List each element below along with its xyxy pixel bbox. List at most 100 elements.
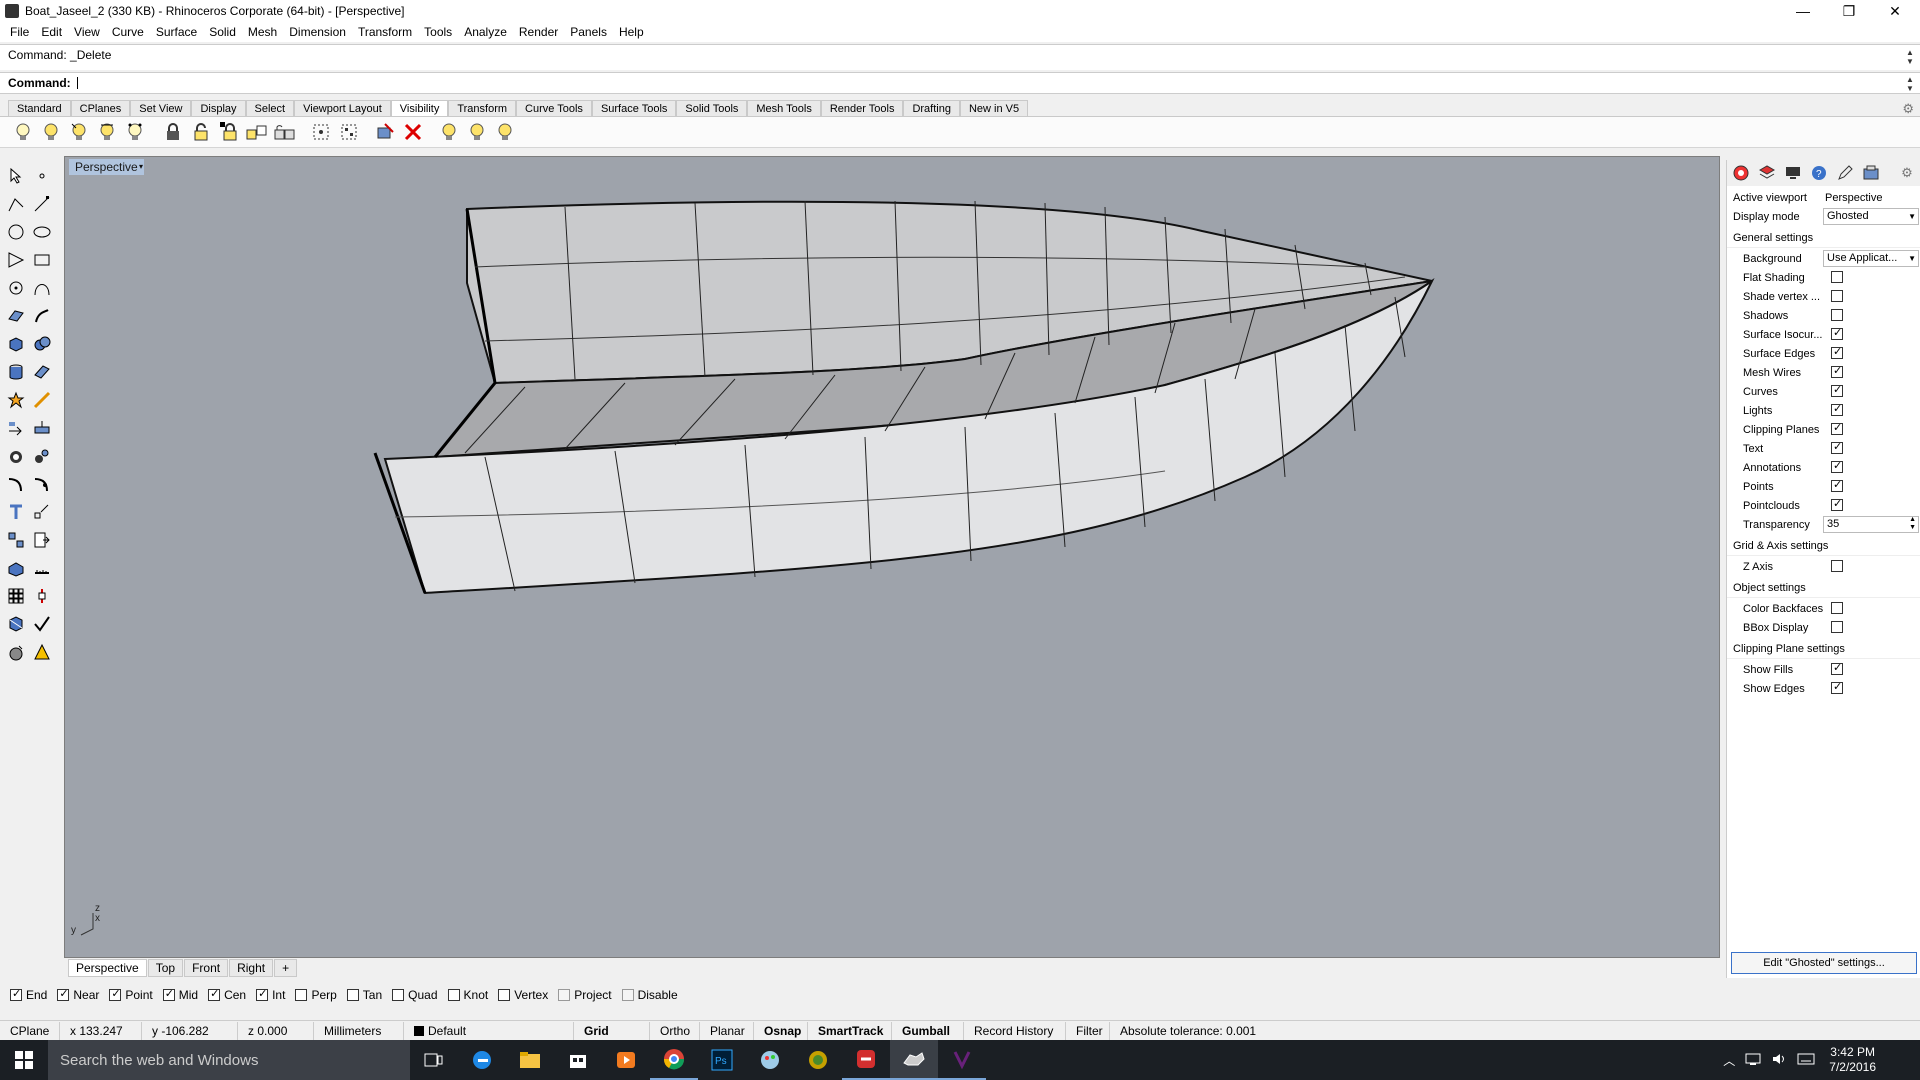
osnap-mid[interactable]: Mid — [162, 987, 198, 1002]
checkbox[interactable] — [346, 989, 359, 1001]
tab-render-tools[interactable]: Render Tools — [820, 100, 904, 116]
rhino-icon[interactable] — [890, 1040, 938, 1080]
polyline-icon[interactable] — [4, 192, 28, 216]
osnap-tan[interactable]: Tan — [346, 988, 382, 1002]
curve-icon[interactable] — [30, 276, 54, 300]
checkbox[interactable] — [57, 987, 70, 1001]
media-icon[interactable] — [602, 1040, 650, 1080]
checkbox[interactable] — [558, 989, 571, 1001]
checkbox[interactable] — [109, 987, 122, 1001]
menu-tools[interactable]: Tools — [418, 22, 458, 42]
trim-icon[interactable] — [4, 472, 28, 496]
hide-bulb-icon[interactable] — [40, 121, 62, 143]
boolean-icon[interactable] — [30, 332, 54, 356]
minimize-button[interactable]: — — [1780, 0, 1826, 22]
edit-ghosted-settings-button[interactable]: Edit "Ghosted" settings... — [1731, 952, 1917, 974]
block-icon[interactable] — [30, 528, 54, 552]
menu-help[interactable]: Help — [613, 22, 650, 42]
text-checkbox[interactable] — [1831, 440, 1843, 454]
osnap-cen[interactable]: Cen — [208, 987, 246, 1002]
store-icon[interactable] — [554, 1040, 602, 1080]
tab-front[interactable]: Front — [184, 959, 229, 977]
restore-button[interactable]: ❐ — [1826, 0, 1872, 22]
osnap-perp[interactable]: Perp — [295, 988, 337, 1002]
osnap-project[interactable]: Project — [558, 988, 612, 1002]
help-icon[interactable]: ? — [1809, 163, 1829, 183]
menu-curve[interactable]: Curve — [106, 22, 150, 42]
layer-bulb-icon[interactable] — [438, 121, 460, 143]
checkbox[interactable] — [621, 989, 634, 1001]
volume-icon[interactable] — [1771, 1052, 1787, 1069]
checkbox[interactable] — [392, 989, 405, 1001]
libraries-icon[interactable] — [1861, 163, 1881, 183]
layers-icon[interactable] — [1757, 163, 1777, 183]
current-layer[interactable]: Default — [404, 1021, 574, 1040]
flat-shading-checkbox[interactable] — [1831, 271, 1843, 283]
dimension-icon[interactable] — [30, 500, 54, 524]
cplane-label[interactable]: CPlane — [0, 1021, 60, 1040]
checkbox[interactable] — [10, 987, 22, 1001]
tab-select[interactable]: Select — [245, 100, 295, 116]
rotate-icon[interactable] — [4, 444, 28, 468]
gumball-icon[interactable] — [30, 584, 54, 608]
clipping-planes-checkbox[interactable] — [1831, 421, 1843, 435]
tab-cplanes[interactable]: CPlanes — [70, 100, 131, 116]
properties-icon[interactable] — [1731, 163, 1751, 183]
shade-vertex-checkbox[interactable] — [1831, 290, 1843, 302]
hide-points-bulb-icon[interactable] — [124, 121, 146, 143]
render-icon[interactable] — [4, 640, 28, 664]
curves-checkbox[interactable] — [1831, 383, 1843, 397]
array-icon[interactable] — [4, 584, 28, 608]
menu-surface[interactable]: Surface — [150, 22, 203, 42]
tab-top[interactable]: Top — [147, 959, 184, 977]
checkbox[interactable] — [162, 987, 175, 1001]
osnap-quad[interactable]: Quad — [392, 988, 438, 1002]
select-arrow-icon[interactable] — [4, 164, 28, 188]
clipping-plane-settings-header[interactable]: Clipping Plane settings — [1727, 639, 1920, 659]
menu-mesh[interactable]: Mesh — [242, 22, 283, 42]
tab-new-in-v5[interactable]: New in V5 — [959, 100, 1029, 116]
osnap-near[interactable]: Near — [57, 987, 99, 1002]
lock-icon[interactable] — [162, 121, 184, 143]
light-icon[interactable] — [30, 640, 54, 664]
surface-edges-checkbox[interactable] — [1831, 345, 1843, 359]
transparency-stepper[interactable]: 35 ▲ ▼ — [1823, 516, 1919, 533]
menu-file[interactable]: File — [4, 22, 35, 42]
surface-icon[interactable] — [4, 304, 28, 328]
display-mode-dropdown[interactable]: Ghosted ▼ — [1823, 208, 1919, 225]
menu-analyze[interactable]: Analyze — [458, 22, 513, 42]
analyze-icon[interactable] — [4, 612, 28, 636]
explode-icon[interactable] — [4, 388, 28, 412]
file-explorer-icon[interactable] — [506, 1040, 554, 1080]
delete-hidden-icon[interactable] — [402, 121, 424, 143]
unlock-selected-icon[interactable] — [274, 121, 296, 143]
task-view-icon[interactable] — [410, 1040, 458, 1080]
fillet-icon[interactable] — [30, 388, 54, 412]
show-object-icon[interactable] — [374, 121, 396, 143]
checkbox[interactable] — [256, 987, 269, 1001]
polygon-icon[interactable] — [4, 248, 28, 272]
panel-gear-icon[interactable]: ⚙ — [1897, 163, 1917, 183]
lock-selected-icon[interactable] — [218, 121, 240, 143]
menu-dimension[interactable]: Dimension — [283, 22, 352, 42]
grid-snap-toggle[interactable]: Grid Snap — [574, 1021, 650, 1056]
pencil-icon[interactable] — [1835, 163, 1855, 183]
annotations-checkbox[interactable] — [1831, 459, 1843, 473]
point-icon[interactable] — [30, 164, 54, 188]
unlock-icon[interactable] — [190, 121, 212, 143]
photoshop-icon[interactable]: Ps — [698, 1040, 746, 1080]
menu-panels[interactable]: Panels — [564, 22, 613, 42]
menu-view[interactable]: View — [68, 22, 106, 42]
circle-icon[interactable] — [4, 220, 28, 244]
smarttrack-toggle[interactable]: SmartTrack — [808, 1021, 892, 1040]
bbox-display-checkbox[interactable] — [1831, 621, 1843, 633]
menu-transform[interactable]: Transform — [352, 22, 418, 42]
arc-icon[interactable] — [4, 276, 28, 300]
record-history-toggle[interactable]: Record History — [964, 1021, 1066, 1040]
gumball-toggle[interactable]: Gumball — [892, 1021, 964, 1040]
clock[interactable]: 3:42 PM 7/2/2016 — [1829, 1045, 1876, 1075]
tab-transform[interactable]: Transform — [448, 100, 517, 116]
gear-icon[interactable]: ⚙ — [1902, 101, 1914, 117]
tab-solid-tools[interactable]: Solid Tools — [676, 100, 748, 116]
tab-surface-tools[interactable]: Surface Tools — [591, 100, 677, 116]
